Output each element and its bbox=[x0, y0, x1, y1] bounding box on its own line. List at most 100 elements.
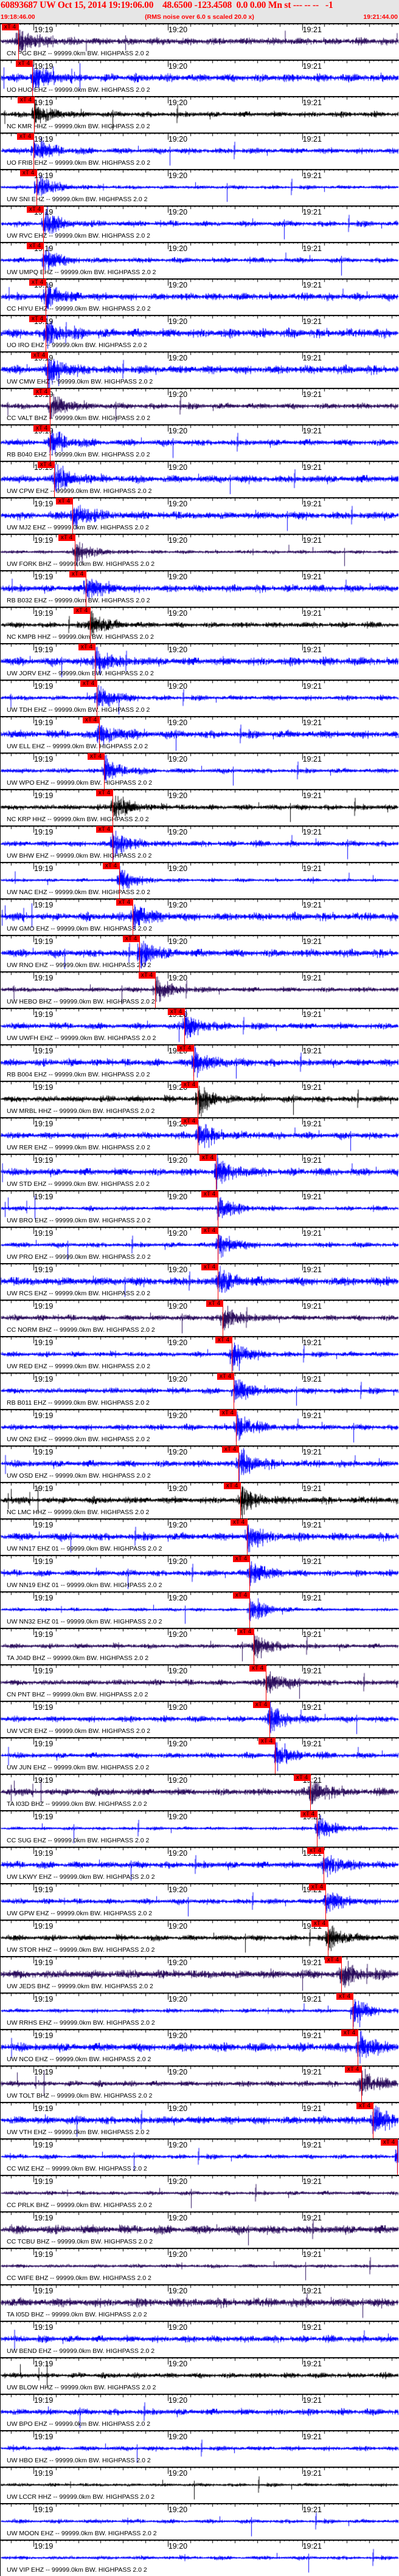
filter-info: -- 99999.0km BW. HIGHPASS 2.0 2 bbox=[50, 2092, 153, 2099]
time-tick-label: 19:19 bbox=[34, 2433, 54, 2441]
station-code: CC WIFE BHZ bbox=[7, 2275, 49, 2282]
pick-line bbox=[397, 2138, 398, 2175]
pick-marker: xT 4 bbox=[294, 1774, 310, 1781]
station-code: TA I05D BHZ bbox=[7, 2311, 44, 2318]
time-tick-label: 19:20 bbox=[168, 1995, 188, 2003]
time-tick-label: 19:21 bbox=[302, 682, 322, 690]
time-tick-label: 19:20 bbox=[168, 1266, 188, 1274]
station-label: CC HIYU EHZ -- 99999.0km BW. HIGHPASS 2.… bbox=[7, 305, 151, 312]
pick-line bbox=[184, 1008, 185, 1044]
filter-info: -- 99999.0km BW. HIGHPASS 2.0 2 bbox=[50, 779, 153, 787]
trace-row: 19:19 19:20 19:21 UW RCS EHZ -- 99999.0km B… bbox=[1, 1263, 399, 1300]
time-tick-label: 19:19 bbox=[34, 1120, 54, 1128]
time-tick-label: 19:21 bbox=[302, 1156, 322, 1165]
pick-line bbox=[236, 1409, 237, 1445]
pick-marker: xT 4 bbox=[103, 863, 119, 869]
pick-marker: xT 4 bbox=[325, 1957, 341, 1963]
pick-line bbox=[33, 133, 34, 169]
station-code: UW FORK BHZ bbox=[7, 560, 52, 568]
station-label: CN PNT BHZ -- 99999.0km BW. HIGHPASS 2.0… bbox=[7, 1691, 148, 1698]
trace-row: 19:1919:2019:21UW CMW EHZ -- 99999.0km B… bbox=[1, 351, 399, 388]
station-label: UW RRHS EHZ -- 99999.0km BW. HIGHPASS 2.… bbox=[7, 2019, 155, 2027]
station-code: UW VIP EHZ bbox=[7, 2566, 44, 2574]
pick-marker: xT 4 bbox=[33, 388, 50, 395]
time-tick-label: 19:20 bbox=[168, 1886, 188, 1894]
pick-line bbox=[193, 1044, 194, 1081]
time-tick-label: 19:20 bbox=[168, 208, 188, 216]
station-code: UW PRO EHZ bbox=[7, 1253, 48, 1261]
time-tick-label: 19:21 bbox=[302, 2396, 322, 2405]
pick-marker: xT 4 bbox=[222, 1446, 238, 1453]
time-tick-label: 19:19 bbox=[34, 1557, 54, 1566]
pick-line bbox=[139, 935, 140, 971]
time-tick-label: 19:20 bbox=[168, 1776, 188, 1785]
time-tick-label: 19:21 bbox=[302, 1557, 322, 1566]
pick-marker: xT 4 bbox=[231, 1519, 247, 1526]
time-tick-label: 19:19 bbox=[34, 62, 54, 71]
station-code: UW BLOW HHZ bbox=[7, 2384, 53, 2391]
pick-line bbox=[119, 862, 120, 898]
time-tick-label: 19:21 bbox=[302, 1083, 322, 1092]
filter-info: -- 99999.0km BW. HIGHPASS 2.0 2 bbox=[46, 2311, 147, 2318]
time-tick-label: 19:21 bbox=[302, 354, 322, 362]
station-code: UW STD EHZ bbox=[7, 1180, 47, 1188]
station-code: UW NCO EHZ bbox=[7, 2056, 48, 2063]
time-tick-label: 19:20 bbox=[168, 755, 188, 763]
trace-row: 19:19 19:20 19:21 UW NAC EHZ -- 99999.0km B… bbox=[1, 862, 399, 898]
station-code: UW ON2 EHZ bbox=[7, 1436, 47, 1443]
station-label: UW LCCR HHZ -- 99999.0km BW. HIGHPASS 2.… bbox=[7, 2493, 154, 2501]
filter-info: -- 99999.0km BW. HIGHPASS 2.0 2 bbox=[49, 1472, 151, 1479]
trace-row: 19:19 19:20 19:21 UW RRHS EHZ -- 99999.0km … bbox=[1, 1992, 399, 2029]
time-tick-label: 19:19 bbox=[34, 1193, 54, 1201]
time-tick-label: 19:21 bbox=[302, 1338, 322, 1347]
pick-marker: xT 4 bbox=[33, 425, 50, 432]
station-code: UW BPO EHZ bbox=[7, 2420, 47, 2428]
pick-line bbox=[361, 2065, 362, 2102]
station-label: UW WPO EHZ -- 99999.0km BW. HIGHPASS 2.0… bbox=[7, 779, 152, 787]
station-code: UW UMPQ EHZ bbox=[7, 269, 53, 276]
time-tick-label: 19:21 bbox=[302, 2323, 322, 2332]
pick-line bbox=[104, 752, 105, 789]
trace-row: 19:1919:2019:21CC HIYU EHZ -- 99999.0km … bbox=[1, 278, 399, 315]
station-label: UW TOLT BHZ -- 99999.0km BW. HIGHPASS 2.… bbox=[7, 2092, 152, 2099]
time-tick-label: 19:21 bbox=[302, 281, 322, 289]
time-tick-label: 19:21 bbox=[302, 791, 322, 800]
station-code: UW JUN EHZ bbox=[7, 1764, 46, 1771]
filter-info: -- 99999.0km BW. HIGHPASS 2.0 2 bbox=[48, 1180, 150, 1188]
time-tick-label: 19:20 bbox=[168, 864, 188, 873]
pick-marker: xT 4 bbox=[123, 935, 139, 942]
time-tick-label: 19:20 bbox=[168, 1193, 188, 1201]
time-tick-label: 19:20 bbox=[168, 2031, 188, 2040]
time-tick-label: 19:20 bbox=[168, 171, 188, 180]
pick-marker: xT 4 bbox=[17, 133, 33, 140]
station-code: UW VTH EHZ bbox=[7, 2129, 47, 2136]
trace-row: 19:19 19:20 19:21 RB B011 EHZ -- 99999.0km … bbox=[1, 1372, 399, 1409]
time-tick-label: 19:20 bbox=[168, 2323, 188, 2332]
pick-marker: xT 4 bbox=[201, 1227, 218, 1234]
time-tick-label: 19:19 bbox=[34, 26, 54, 34]
time-tick-label: 19:19 bbox=[34, 1156, 54, 1165]
station-label: UW HBO EHZ -- 99999.0km BW. HIGHPASS 2.0… bbox=[7, 2457, 151, 2464]
filter-info: -- 99999.0km BW. HIGHPASS 2.0 2 bbox=[48, 706, 150, 714]
filter-info: -- 99999.0km BW. HIGHPASS 2.0 2 bbox=[49, 1727, 151, 1735]
pick-marker: xT 4 bbox=[139, 972, 155, 979]
station-label: UW STOR HHZ -- 99999.0km BW. HIGHPASS 2.… bbox=[7, 1946, 155, 1954]
station-label: CC WIFE BHZ -- 99999.0km BW. HIGHPASS 2.… bbox=[7, 2275, 151, 2282]
pick-marker: xT 4 bbox=[258, 1738, 275, 1744]
station-label: UW SNI EHZ -- 99999.0km BW. HIGHPASS 2.0… bbox=[7, 196, 147, 203]
station-code: NC KMR HHZ bbox=[7, 123, 47, 130]
time-tick-label: 19:19 bbox=[34, 1886, 54, 1894]
trace-row: 19:1919:2019:21UW CPW EHZ -- 99999.0km B… bbox=[1, 461, 399, 497]
trace-row: 19:19 19:20 19:21 UW BRO EHZ -- 99999.0km B… bbox=[1, 1190, 399, 1227]
filter-info: -- 99999.0km BW. HIGHPASS 2.0 2 bbox=[49, 1363, 151, 1370]
pick-marker: xT 4 bbox=[69, 571, 86, 577]
filter-info: -- 99999.0km BW. HIGHPASS 2.0 2 bbox=[49, 1290, 151, 1297]
filter-info: -- 99999.0km BW. HIGHPASS 2.0 2 bbox=[55, 2530, 157, 2537]
filter-info: -- 99999.0km BW. HIGHPASS 2.0 2 bbox=[50, 1910, 153, 1917]
trace-row: 19:19 19:20 19:21 UW BLOW HHZ -- 99999.0km … bbox=[1, 2357, 399, 2394]
station-code: UW UWFH EHZ bbox=[7, 1035, 53, 1042]
seismogram-plot: 19:19 19:20 19:21 CN PGC BHZ -- 99999.0km B… bbox=[0, 23, 399, 2576]
pick-marker: xT 4 bbox=[341, 2030, 358, 2036]
filter-info: -- 99999.0km BW. HIGHPASS 2.0 2 bbox=[45, 2566, 147, 2574]
time-tick-label: 19:20 bbox=[168, 2505, 188, 2514]
